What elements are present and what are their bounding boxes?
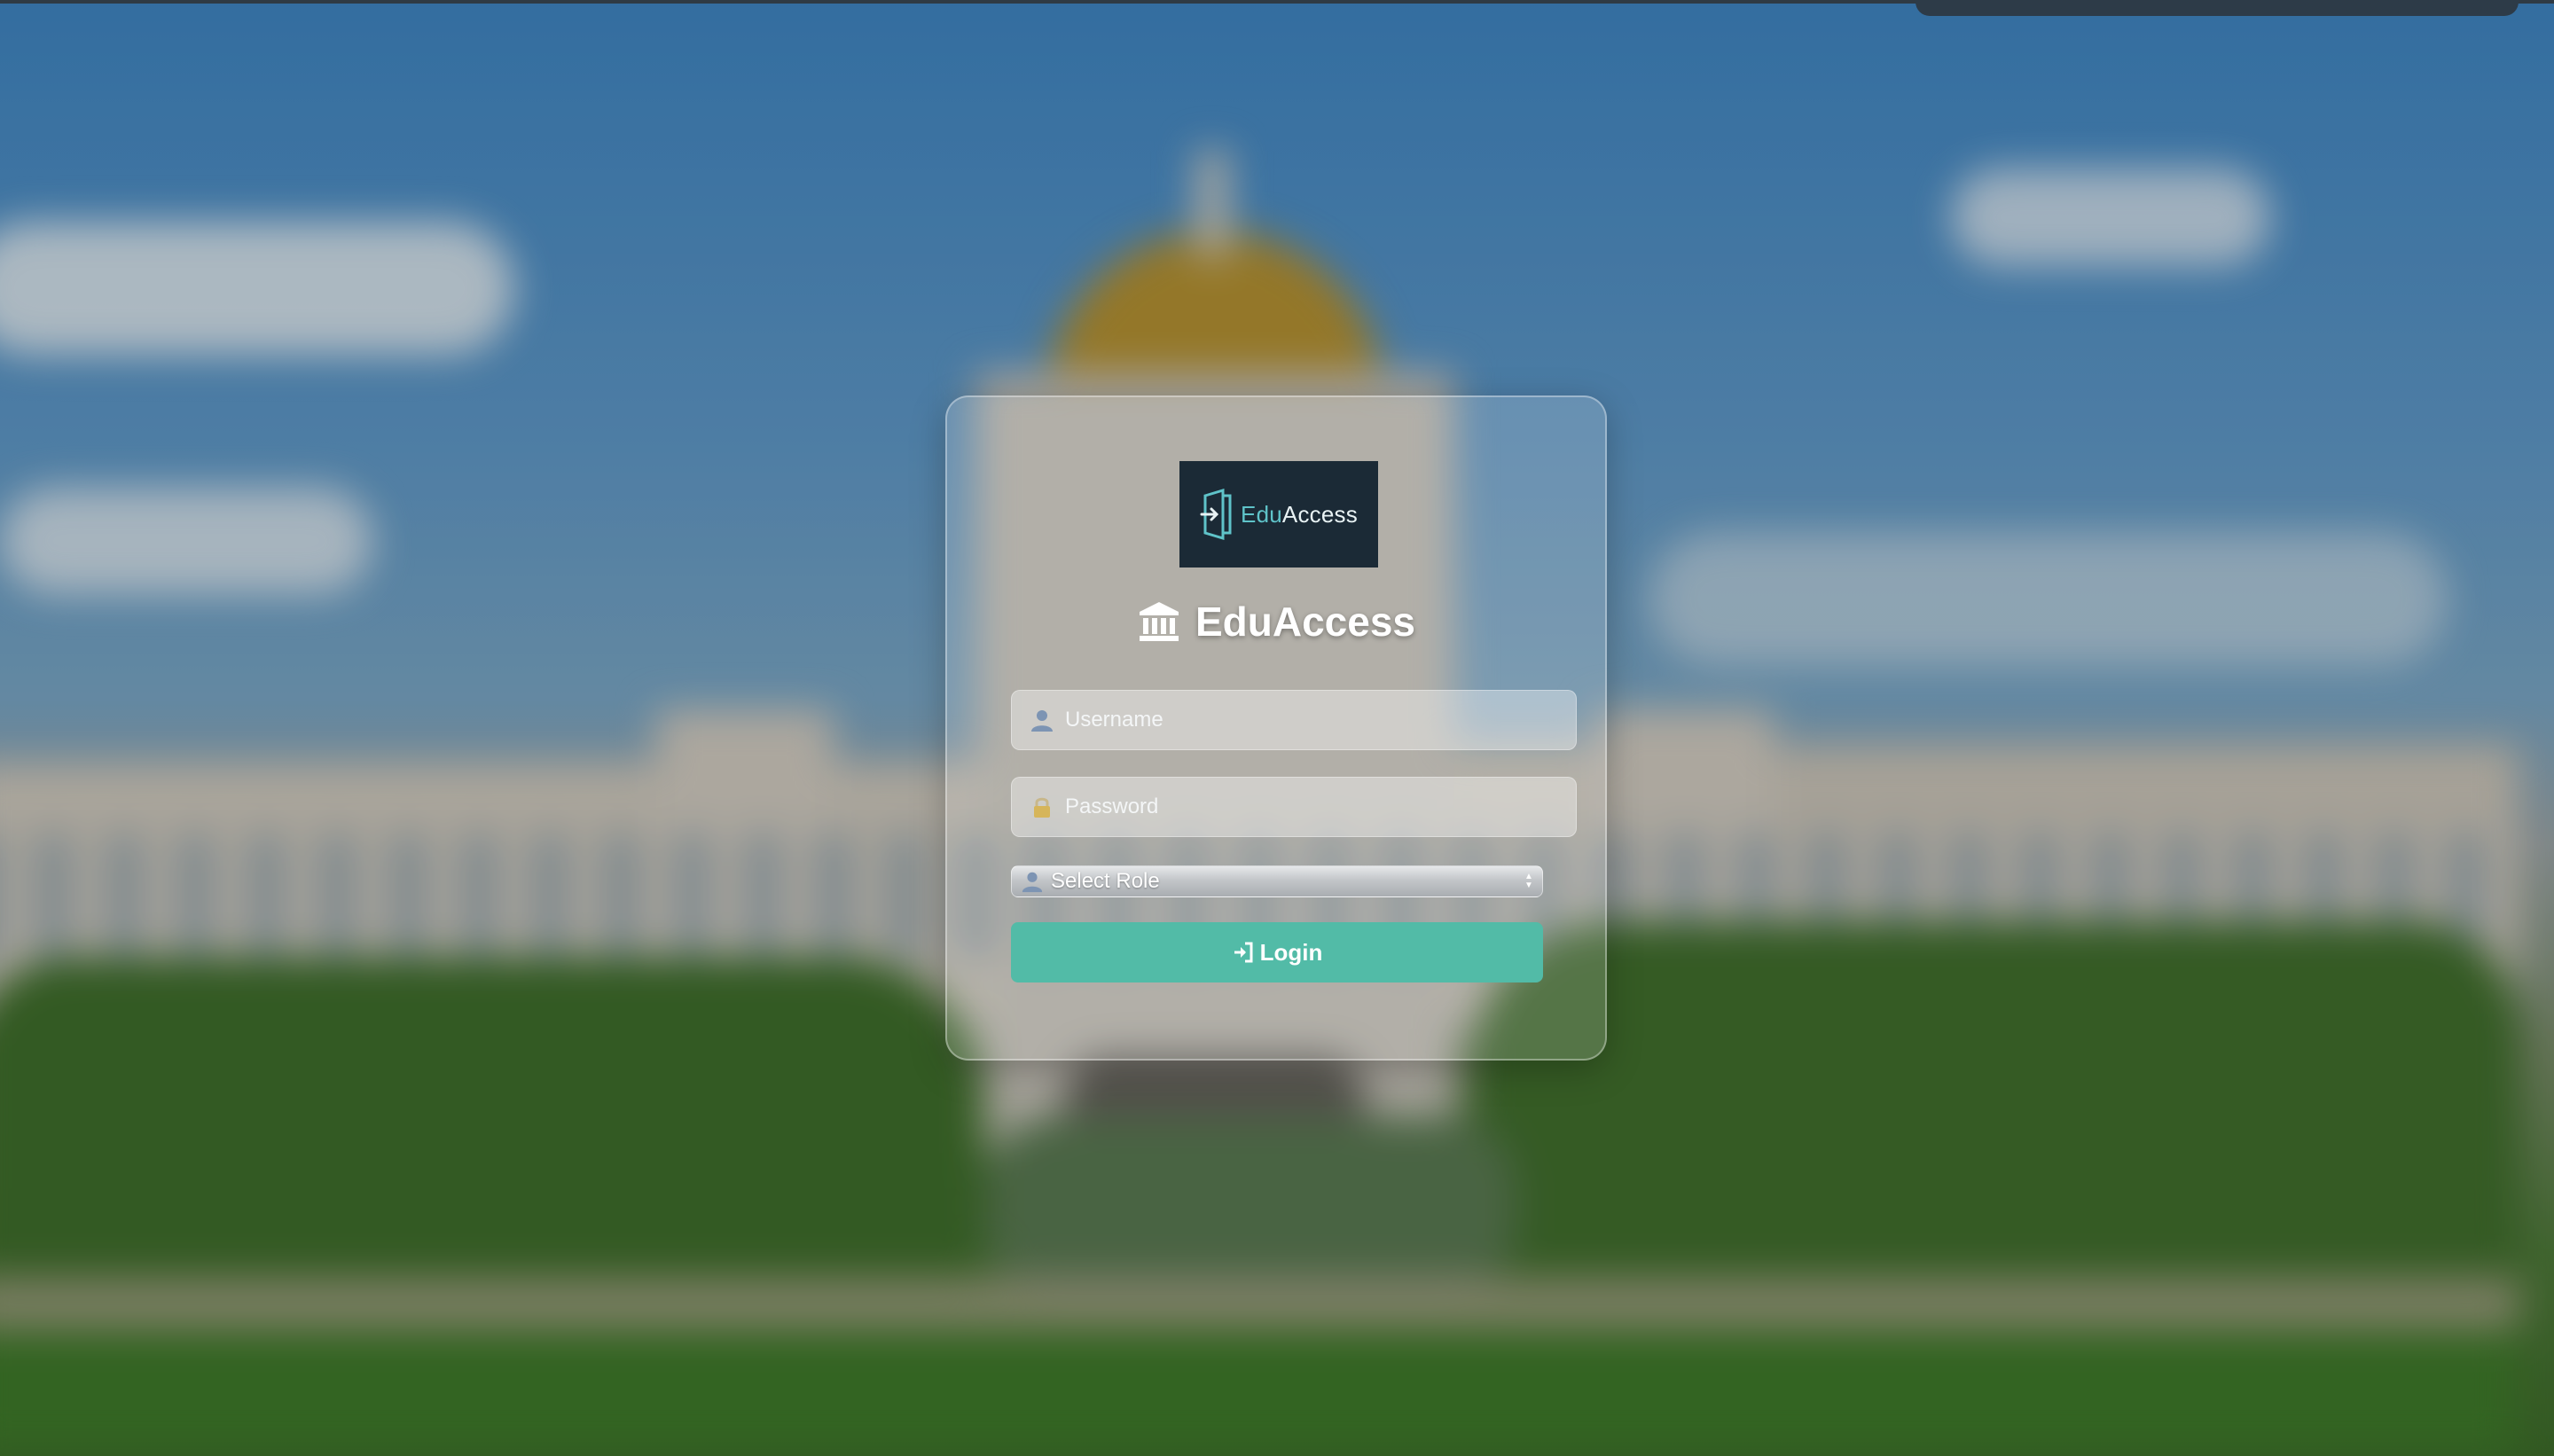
password-input[interactable]: [1063, 777, 1576, 837]
login-card: EduAccess EduAccess Select Rol: [945, 395, 1607, 1061]
user-icon: [1031, 710, 1053, 732]
app-title: EduAccess: [947, 598, 1605, 646]
logo-wordmark: EduAccess: [1241, 501, 1358, 528]
role-select[interactable]: Select Role ▲ ▼: [1011, 865, 1543, 897]
top-dropdown-tab: [1916, 0, 2519, 16]
page-title: EduAccess: [1195, 599, 1415, 645]
sign-in-icon: [1234, 942, 1253, 963]
logo-wordmark-edu: Edu: [1241, 500, 1282, 528]
institution-icon: [1139, 602, 1179, 641]
lock-icon: [1034, 797, 1050, 818]
select-arrows-icon: ▲ ▼: [1524, 872, 1533, 890]
login-button[interactable]: Login: [1011, 922, 1543, 982]
password-field[interactable]: [1011, 777, 1577, 837]
logo-wordmark-access: Access: [1281, 500, 1358, 528]
username-input[interactable]: [1063, 690, 1576, 750]
door-exit-icon: [1200, 489, 1232, 540]
role-select-value: Select Role: [1051, 869, 1160, 893]
username-field[interactable]: [1011, 690, 1577, 750]
login-button-label: Login: [1259, 938, 1323, 966]
eduaccess-logo: EduAccess: [1179, 461, 1378, 568]
user-icon: [1022, 872, 1043, 893]
